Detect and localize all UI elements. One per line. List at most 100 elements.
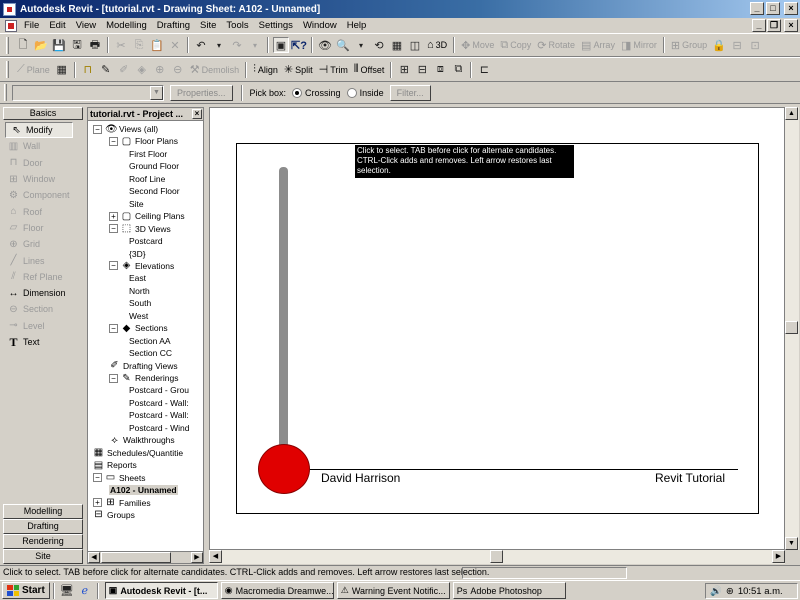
close-button[interactable]: × <box>784 2 798 15</box>
menu-site[interactable]: Site <box>195 20 221 31</box>
offset-button[interactable]: ⫴ Offset <box>351 61 387 79</box>
tool-section[interactable]: ⊖ Section <box>3 301 83 317</box>
tree-item[interactable]: North <box>129 285 150 297</box>
title-block-line[interactable] <box>310 469 738 470</box>
horizontal-scrollbar[interactable]: ◀ ▶ <box>209 550 785 564</box>
tree-item[interactable]: {3D} <box>129 248 146 260</box>
tree-item[interactable]: − ⬚ 3D Views <box>109 223 171 235</box>
tool-ref-plane[interactable]: ⫽ Ref Plane <box>3 269 83 285</box>
move-button[interactable]: ✥ Move <box>458 36 497 54</box>
scroll-down-icon[interactable]: ▼ <box>785 537 798 550</box>
tab-rendering[interactable]: Rendering <box>3 534 83 549</box>
group-edit-icon[interactable]: ⊡ <box>747 37 763 53</box>
tree-item[interactable]: + ⊞ Families <box>93 497 151 509</box>
tree-item[interactable]: Site <box>129 198 144 210</box>
tree-item[interactable]: West <box>129 310 148 322</box>
tree-item[interactable]: ▤ Reports <box>93 459 137 471</box>
zoom-icon[interactable]: 🔍 <box>335 37 351 53</box>
measure-icon[interactable]: ⊓ <box>80 62 96 78</box>
linked-view-icon[interactable]: ⧈ <box>432 62 448 78</box>
ungroup-icon[interactable]: ⊟ <box>729 37 745 53</box>
maximize-button[interactable]: □ <box>766 2 780 15</box>
highlighted-line[interactable] <box>279 167 288 454</box>
menu-window[interactable]: Window <box>298 20 342 31</box>
undo-dropdown-icon[interactable]: ▾ <box>211 37 227 53</box>
new-icon[interactable]: 🗋 <box>15 37 31 53</box>
network-icon[interactable]: ⊛ <box>726 586 734 597</box>
tree-item[interactable]: Postcard <box>129 235 163 247</box>
save-icon[interactable]: 💾 <box>51 37 67 53</box>
3d-view-button[interactable]: ⌂ 3D <box>424 36 450 54</box>
title-block-author[interactable]: David Harrison <box>321 471 400 485</box>
tree-item[interactable]: Postcard - Grou <box>129 384 189 396</box>
close-icon[interactable]: × <box>192 109 202 119</box>
tree-item[interactable]: − ▢ Floor Plans <box>109 135 178 147</box>
dynamic-view-icon[interactable]: ⟲ <box>371 37 387 53</box>
tool-component[interactable]: ⚙ Component <box>3 187 83 203</box>
elevation-view-icon[interactable]: ◫ <box>407 37 423 53</box>
tool-window[interactable]: ⊞ Window <box>3 171 83 187</box>
design-options-icon[interactable]: ⊏ <box>476 62 492 78</box>
inside-radio[interactable] <box>346 87 357 98</box>
tool-text[interactable]: T Text <box>3 334 83 350</box>
volume-icon[interactable]: 🔊 <box>710 586 722 597</box>
tool-grid[interactable]: ⊕ Grid <box>3 236 83 252</box>
plane-button[interactable]: ⟋ Plane <box>14 61 53 79</box>
collapse-icon[interactable]: − <box>109 373 118 383</box>
revit-app-icon[interactable] <box>3 2 16 16</box>
scroll-right-icon[interactable]: ▶ <box>191 552 203 563</box>
title-bar[interactable]: Autodesk Revit - [tutorial.rvt - Drawing… <box>0 0 800 18</box>
menu-help[interactable]: Help <box>342 20 372 31</box>
trim-button[interactable]: ⊣ Trim <box>316 61 351 79</box>
split-face-icon[interactable]: ◈ <box>134 62 150 78</box>
menu-view[interactable]: View <box>71 20 101 31</box>
menu-edit[interactable]: Edit <box>44 20 70 31</box>
filter-button[interactable]: Filter... <box>389 84 431 101</box>
undo-icon[interactable]: ↶ <box>193 37 209 53</box>
taskbar-item[interactable]: ⚠ Warning Event Notific... <box>336 582 450 599</box>
vertical-scrollbar[interactable]: ▲ ▼ <box>785 107 799 550</box>
tree-item[interactable]: ✐ Drafting Views <box>109 360 177 372</box>
tool-roof[interactable]: ⌂ Roof <box>3 203 83 219</box>
open-folder-icon[interactable]: 📂 <box>33 37 49 53</box>
sheet-border[interactable] <box>236 143 759 514</box>
menu-file[interactable]: File <box>19 20 44 31</box>
minimize-button[interactable]: _ <box>750 2 764 15</box>
tree-item[interactable]: − ◈ Elevations <box>109 260 174 272</box>
tool-dimension[interactable]: ↔ Dimension <box>3 285 83 301</box>
chevron-down-icon[interactable]: ▼ <box>150 85 163 100</box>
tree-item[interactable]: Roof Line <box>129 173 165 185</box>
clock[interactable]: 10:51 a.m. <box>738 586 783 597</box>
save-as-icon[interactable]: 🖫 <box>69 37 85 53</box>
modify-pointer-icon[interactable]: ▣ <box>273 37 289 53</box>
tool-floor[interactable]: ▱ Floor <box>3 220 83 236</box>
copy-button[interactable]: ⧉ Copy <box>497 36 534 54</box>
copy-clipboard-icon[interactable]: ⎘ <box>131 37 147 53</box>
zoom-dropdown-icon[interactable]: ▾ <box>353 37 369 53</box>
collapse-icon[interactable]: − <box>93 124 102 134</box>
doc-close-button[interactable]: × <box>784 19 798 32</box>
toolbar-grip[interactable] <box>6 36 9 54</box>
scroll-right-icon[interactable]: ▶ <box>772 550 785 563</box>
collapse-icon[interactable]: − <box>109 224 118 234</box>
explorer-icon[interactable]: ℯ <box>77 583 93 599</box>
scroll-up-icon[interactable]: ▲ <box>785 107 798 120</box>
crossing-radio[interactable] <box>292 87 303 98</box>
type-selector[interactable]: ▼ <box>12 84 164 101</box>
options-grip[interactable] <box>4 84 7 101</box>
expand-icon[interactable]: + <box>93 498 102 507</box>
horizontal-scroll-thumb[interactable] <box>490 550 503 563</box>
tab-site[interactable]: Site <box>3 549 83 564</box>
cut-geometry-icon[interactable]: ⊖ <box>170 62 186 78</box>
browser-horizontal-scrollbar[interactable]: ◀ ▶ <box>88 551 203 563</box>
redo-dropdown-icon[interactable]: ▾ <box>247 37 263 53</box>
split-button[interactable]: ✳ Split <box>281 61 316 79</box>
tool-modify[interactable]: ⇖ Modify <box>5 122 73 139</box>
document-icon[interactable] <box>5 19 17 32</box>
menu-tools[interactable]: Tools <box>221 20 253 31</box>
eyedropper-icon[interactable]: ✎ <box>98 62 114 78</box>
title-block-project[interactable]: Revit Tutorial <box>655 471 725 485</box>
print-icon[interactable]: 🖶 <box>87 37 103 53</box>
start-button[interactable]: Start <box>2 582 50 599</box>
tree-item[interactable]: + ▢ Ceiling Plans <box>109 210 185 222</box>
